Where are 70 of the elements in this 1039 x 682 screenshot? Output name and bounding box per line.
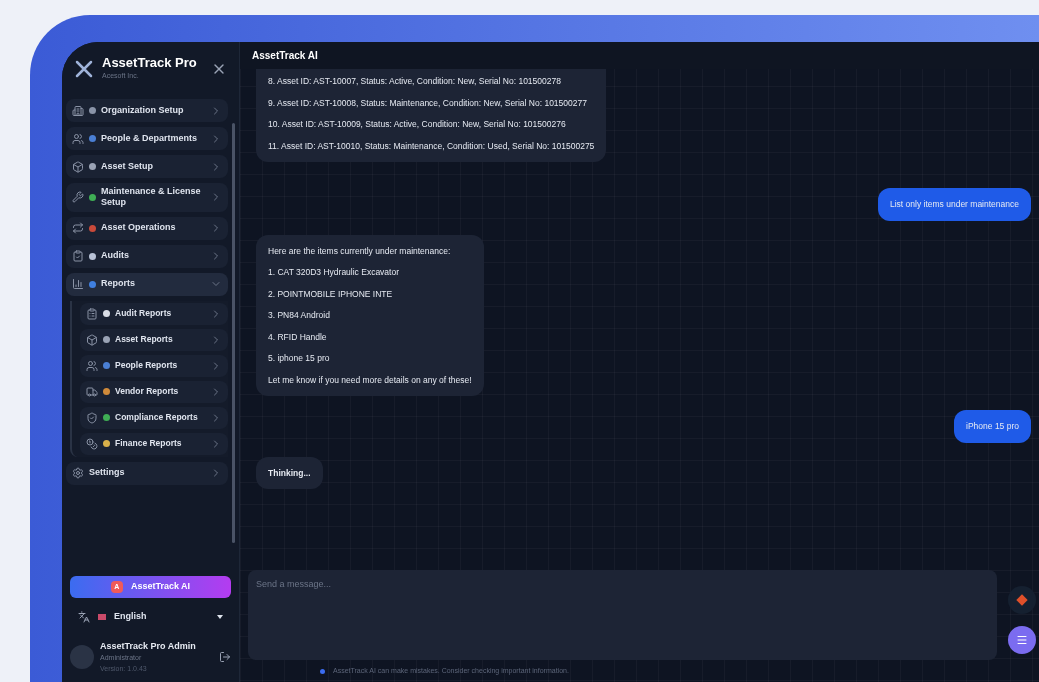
sub-menu-item[interactable]: Compliance Reports <box>80 406 228 429</box>
menu-icon <box>72 278 84 290</box>
message-text: 9. Asset ID: AST-10008, Status: Maintenance, Condition: New, Serial No: 101500277 <box>268 98 588 107</box>
menu-icon <box>86 333 98 346</box>
menu-icon <box>72 191 84 204</box>
menu-icon <box>86 437 98 450</box>
message-text: 4. RFID Handle <box>268 332 328 341</box>
message-text: 10. Asset ID: AST-10009, Status: Active, Condition: New, Serial No: 101500276 <box>268 120 567 129</box>
sub-menu-item[interactable]: Vendor Reports <box>80 380 228 403</box>
menu-icon <box>72 250 84 262</box>
dropdown-arrow-icon <box>217 614 223 619</box>
menu-label: People & Departments <box>101 132 199 145</box>
menu-label: Audits <box>101 250 130 262</box>
menu-icon <box>72 467 84 479</box>
menu-label: Settings <box>89 467 126 479</box>
chat-title: AssetTrack AI <box>252 49 318 63</box>
message-text: Thinking... <box>268 468 311 477</box>
menu-label: Audit Reports <box>115 308 173 319</box>
menu-item[interactable]: Organization Setup <box>66 99 228 122</box>
sub-menu-item[interactable]: People Reports <box>80 354 228 377</box>
message-text: 11. Asset ID: AST-10010, Status: Maintenance, Condition: Used, Serial No: 101500275 <box>268 141 595 150</box>
sub-menu-item[interactable]: Finance Reports <box>80 432 228 455</box>
message-text: Here are the items currently under maintenance: <box>268 246 452 255</box>
message-text: 2. POINTMOBILE IPHONE INTE <box>268 289 394 298</box>
message-text: 3. PN84 Android <box>268 311 331 320</box>
menu-item[interactable]: Maintenance & License Setup <box>66 183 228 212</box>
menu-label: People Reports <box>115 360 179 371</box>
menu-button[interactable] <box>1008 626 1036 654</box>
menu-icon <box>72 132 84 145</box>
menu-item[interactable]: Reports <box>66 272 228 296</box>
translate-icon <box>78 610 90 623</box>
message-input[interactable]: Send a message... <box>248 570 997 660</box>
language-select[interactable]: English <box>62 602 239 632</box>
user-name: AssetTrack Pro Admin <box>100 639 197 653</box>
menu-item[interactable]: Asset Setup <box>66 155 228 178</box>
menu-icon <box>86 359 98 372</box>
menu-icon <box>86 385 98 398</box>
scrollbar[interactable] <box>232 123 235 543</box>
menu-label: Maintenance & License Setup <box>101 186 202 209</box>
tools-logo-icon <box>74 58 94 79</box>
menu-label: Finance Reports <box>115 438 183 449</box>
menu-label: Asset Reports <box>115 334 174 345</box>
menu-icon <box>72 160 84 173</box>
menu-icon <box>72 222 84 234</box>
menu-label: Organization Setup <box>101 104 185 117</box>
message-text: iPhone 15 pro <box>966 422 1019 431</box>
logout-icon[interactable] <box>219 650 231 663</box>
menu-item[interactable]: Asset Operations <box>66 216 228 240</box>
sub-menu-item[interactable]: Asset Reports <box>80 328 228 351</box>
menu-label: Asset Operations <box>101 222 177 234</box>
message-text: Let me know if you need more details on any of these! <box>268 375 472 384</box>
avatar <box>70 644 94 669</box>
flag-icon <box>98 613 106 620</box>
menu-item[interactable]: Settings <box>66 461 228 485</box>
sub-menu-item[interactable]: Audit Reports <box>80 302 228 325</box>
message-text: List only items under maintenance <box>890 200 1019 209</box>
menu-icon <box>1016 634 1028 646</box>
message-text: 8. Asset ID: AST-10007, Status: Active, Condition: New, Serial No: 101500278 <box>268 77 562 86</box>
message-text: 1. CAT 320D3 Hydraulic Excavator <box>268 268 401 277</box>
menu-label: Compliance Reports <box>115 412 199 423</box>
menu-label: Vendor Reports <box>115 386 180 397</box>
menu-icon <box>72 104 84 117</box>
app-name: AssetTrack Pro <box>102 55 198 72</box>
message-text: 5. iphone 15 pro <box>268 354 331 363</box>
menu-icon <box>86 411 98 424</box>
menu-item[interactable]: Audits <box>66 244 228 268</box>
menu-icon <box>86 307 98 320</box>
menu-label: Reports <box>101 278 136 290</box>
menu-label: Asset Setup <box>101 160 154 173</box>
menu-item[interactable]: People & Departments <box>66 127 228 150</box>
